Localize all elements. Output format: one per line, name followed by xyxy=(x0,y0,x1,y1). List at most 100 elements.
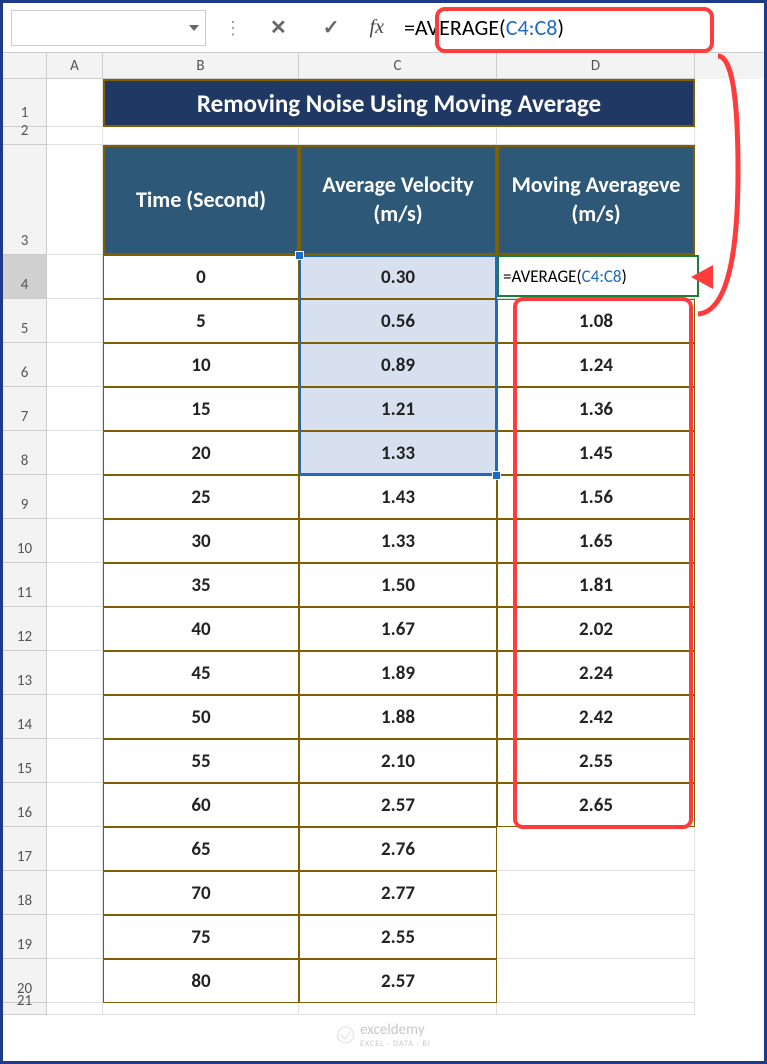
cell-d15[interactable]: 2.55 xyxy=(497,739,695,783)
cell-d8[interactable]: 1.45 xyxy=(497,431,695,475)
cell-a8[interactable] xyxy=(47,431,103,475)
row-header-14[interactable]: 14 xyxy=(3,695,47,739)
row-header-9[interactable]: 9 xyxy=(3,475,47,519)
cell-b9[interactable]: 25 xyxy=(103,475,299,519)
cell-c10[interactable]: 1.33 xyxy=(299,519,497,563)
cell-c2[interactable] xyxy=(299,127,497,145)
cell-c12[interactable]: 1.67 xyxy=(299,607,497,651)
cell-a15[interactable] xyxy=(47,739,103,783)
cell-a13[interactable] xyxy=(47,651,103,695)
col-header-c[interactable]: C xyxy=(299,53,497,79)
row-header-18[interactable]: 18 xyxy=(3,871,47,915)
cell-c7[interactable]: 1.21 xyxy=(299,387,497,431)
cell-a17[interactable] xyxy=(47,827,103,871)
cell-d7[interactable]: 1.36 xyxy=(497,387,695,431)
formula-input[interactable]: =AVERAGE(C4:C8) xyxy=(396,10,764,45)
cell-d5[interactable]: 1.08 xyxy=(497,299,695,343)
col-header-d[interactable]: D xyxy=(497,53,695,79)
cell-c20[interactable]: 2.57 xyxy=(299,959,497,1003)
header-time[interactable]: Time (Second) xyxy=(103,145,299,255)
cell-b20[interactable]: 80 xyxy=(103,959,299,1003)
cell-d11[interactable]: 1.81 xyxy=(497,563,695,607)
cell-c6[interactable]: 0.89 xyxy=(299,343,497,387)
cell-c11[interactable]: 1.50 xyxy=(299,563,497,607)
row-header-2[interactable]: 2 xyxy=(3,127,47,145)
row-header-13[interactable]: 13 xyxy=(3,651,47,695)
cell-a19[interactable] xyxy=(47,915,103,959)
cell-b8[interactable]: 20 xyxy=(103,431,299,475)
cell-b13[interactable]: 45 xyxy=(103,651,299,695)
cell-b11[interactable]: 35 xyxy=(103,563,299,607)
row-header-1[interactable]: 1 xyxy=(3,79,47,127)
col-header-a[interactable]: A xyxy=(47,53,103,79)
cell-a4[interactable] xyxy=(47,255,103,299)
cell-d17[interactable] xyxy=(497,827,695,871)
row-header-21[interactable]: 21 xyxy=(3,1003,47,1015)
cell-c17[interactable]: 2.76 xyxy=(299,827,497,871)
cell-c15[interactable]: 2.10 xyxy=(299,739,497,783)
cell-d9[interactable]: 1.56 xyxy=(497,475,695,519)
cell-b12[interactable]: 40 xyxy=(103,607,299,651)
cell-b7[interactable]: 15 xyxy=(103,387,299,431)
row-header-5[interactable]: 5 xyxy=(3,299,47,343)
title-cell[interactable]: Removing Noise Using Moving Average xyxy=(103,79,695,127)
cell-d16[interactable]: 2.65 xyxy=(497,783,695,827)
cell-d2[interactable] xyxy=(497,127,695,145)
cell-c4[interactable]: 0.30 xyxy=(299,255,497,299)
cell-a1[interactable] xyxy=(47,79,103,127)
cell-a5[interactable] xyxy=(47,299,103,343)
cell-d10[interactable]: 1.65 xyxy=(497,519,695,563)
cell-a6[interactable] xyxy=(47,343,103,387)
row-header-17[interactable]: 17 xyxy=(3,827,47,871)
fx-icon[interactable]: fx xyxy=(370,16,384,39)
cell-c19[interactable]: 2.55 xyxy=(299,915,497,959)
cell-d12[interactable]: 2.02 xyxy=(497,607,695,651)
cell-a9[interactable] xyxy=(47,475,103,519)
cell-a7[interactable] xyxy=(47,387,103,431)
cell-a2[interactable] xyxy=(47,127,103,145)
cell-c5[interactable]: 0.56 xyxy=(299,299,497,343)
cell-b19[interactable]: 75 xyxy=(103,915,299,959)
header-velocity[interactable]: Average Velocity (m/s) xyxy=(299,145,497,255)
selection-handle-tl[interactable] xyxy=(295,251,304,260)
cell-b16[interactable]: 60 xyxy=(103,783,299,827)
row-header-19[interactable]: 19 xyxy=(3,915,47,959)
header-moving-avg[interactable]: Moving Averageve (m/s) xyxy=(497,145,695,255)
row-header-7[interactable]: 7 xyxy=(3,387,47,431)
cell-a21[interactable] xyxy=(47,1003,103,1015)
select-all-corner[interactable] xyxy=(3,53,47,79)
cell-b18[interactable]: 70 xyxy=(103,871,299,915)
cell-c18[interactable]: 2.77 xyxy=(299,871,497,915)
cell-c14[interactable]: 1.88 xyxy=(299,695,497,739)
cell-b2[interactable] xyxy=(103,127,299,145)
cell-a12[interactable] xyxy=(47,607,103,651)
cancel-icon[interactable]: ✕ xyxy=(270,15,287,40)
name-box[interactable] xyxy=(11,10,206,46)
cell-d21[interactable] xyxy=(497,1003,695,1015)
cell-c16[interactable]: 2.57 xyxy=(299,783,497,827)
cell-a10[interactable] xyxy=(47,519,103,563)
cell-b6[interactable]: 10 xyxy=(103,343,299,387)
cell-d18[interactable] xyxy=(497,871,695,915)
row-header-3[interactable]: 3 xyxy=(3,145,47,255)
cell-b21[interactable] xyxy=(103,1003,299,1015)
cell-a14[interactable] xyxy=(47,695,103,739)
cell-c8[interactable]: 1.33 xyxy=(299,431,497,475)
cell-a11[interactable] xyxy=(47,563,103,607)
cell-b10[interactable]: 30 xyxy=(103,519,299,563)
cell-a16[interactable] xyxy=(47,783,103,827)
selection-handle-br[interactable] xyxy=(492,471,501,480)
cell-d13[interactable]: 2.24 xyxy=(497,651,695,695)
cell-a18[interactable] xyxy=(47,871,103,915)
cell-b5[interactable]: 5 xyxy=(103,299,299,343)
cell-c13[interactable]: 1.89 xyxy=(299,651,497,695)
row-header-6[interactable]: 6 xyxy=(3,343,47,387)
cell-d14[interactable]: 2.42 xyxy=(497,695,695,739)
cell-c21[interactable] xyxy=(299,1003,497,1015)
row-header-4[interactable]: 4 xyxy=(3,255,47,299)
cell-b15[interactable]: 55 xyxy=(103,739,299,783)
cell-c9[interactable]: 1.43 xyxy=(299,475,497,519)
col-header-b[interactable]: B xyxy=(103,53,299,79)
row-header-16[interactable]: 16 xyxy=(3,783,47,827)
cell-a20[interactable] xyxy=(47,959,103,1003)
